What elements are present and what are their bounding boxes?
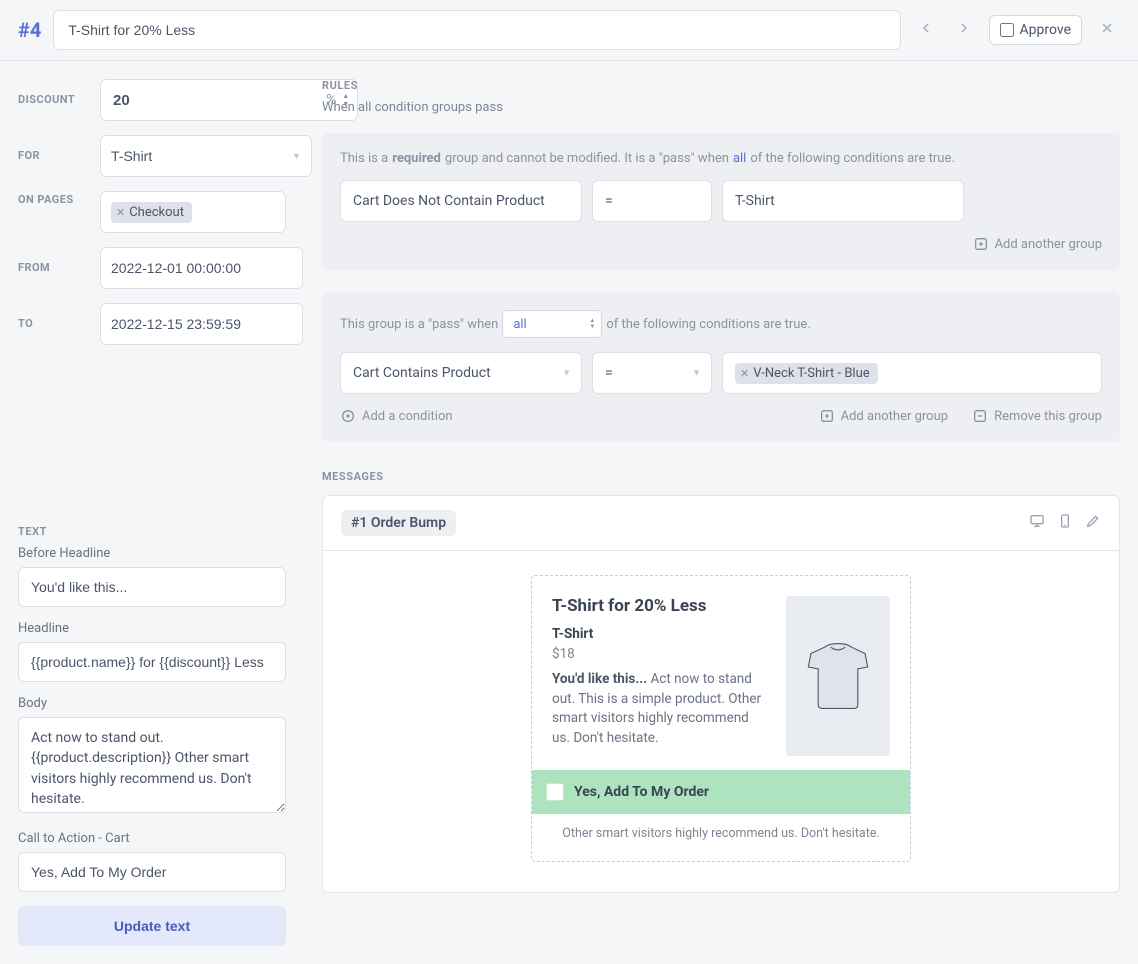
text-section: TEXT Before Headline Headline Body Call …: [18, 525, 286, 946]
onpages-input[interactable]: ✕ Checkout: [100, 191, 286, 233]
preview-title: T-Shirt for 20% Less: [552, 596, 770, 616]
update-text-button[interactable]: Update text: [18, 906, 286, 946]
preview-product: T-Shirt: [552, 626, 770, 642]
title-input[interactable]: [53, 10, 900, 50]
cta-checkbox[interactable]: [546, 783, 564, 801]
rule-group-required: This is a required group and cannot be m…: [322, 133, 1120, 270]
next-arrow-icon[interactable]: [951, 15, 977, 45]
rules-subtitle: When all condition groups pass: [322, 100, 1120, 115]
rule-group-editable: This group is a "pass" when all ▲▼ of th…: [322, 292, 1120, 442]
preview-wrapper: T-Shirt for 20% Less T-Shirt $18 You'd l…: [323, 551, 1119, 892]
condition-value: T-Shirt: [722, 180, 964, 222]
chip-remove-icon[interactable]: ✕: [740, 367, 749, 380]
before-headline-label: Before Headline: [18, 546, 286, 561]
from-input[interactable]: [111, 260, 292, 276]
chip-label: V-Neck T-Shirt - Blue: [753, 366, 869, 381]
approve-label: Approve: [1020, 22, 1071, 38]
add-another-group-link[interactable]: Add another group: [819, 408, 948, 424]
remove-group-link[interactable]: Remove this group: [972, 408, 1102, 424]
preview-price: $18: [552, 646, 770, 662]
mobile-icon[interactable]: [1057, 513, 1073, 533]
onpages-label: ON PAGES: [18, 191, 90, 209]
rule-group-desc: This group is a "pass" when all ▲▼ of th…: [340, 310, 1102, 338]
add-condition-link[interactable]: Add a condition: [340, 408, 453, 424]
desktop-icon[interactable]: [1029, 513, 1045, 533]
top-bar: #4 Approve: [0, 0, 1138, 61]
tshirt-icon: [793, 631, 883, 721]
cta-label: Call to Action - Cart: [18, 831, 286, 846]
condition-row: Cart Contains Product ▼ = ▼ ✕ V-Neck T-S…: [340, 352, 1102, 394]
condition-field-select[interactable]: Cart Contains Product ▼: [340, 352, 582, 394]
to-input[interactable]: [111, 316, 292, 332]
body-input[interactable]: [18, 717, 286, 813]
body-label: Body: [18, 696, 286, 711]
group-match-select[interactable]: all ▲▼: [502, 310, 602, 338]
preview-image: [786, 596, 890, 756]
text-heading: TEXT: [18, 525, 286, 538]
for-label: FOR: [18, 147, 90, 165]
from-label: FROM: [18, 259, 90, 277]
rule-group-desc: This is a required group and cannot be m…: [340, 151, 1102, 166]
headline-input[interactable]: [18, 642, 286, 682]
from-input-wrap: [100, 247, 303, 289]
preview-footer: Other smart visitors highly recommend us…: [552, 826, 890, 841]
preview-body: You'd like this... Act now to stand out.…: [552, 670, 770, 748]
add-another-group-link[interactable]: Add another group: [973, 236, 1102, 252]
rules-heading: RULES: [322, 79, 1120, 92]
message-preview: T-Shirt for 20% Less T-Shirt $18 You'd l…: [531, 575, 911, 862]
chip-remove-icon[interactable]: ✕: [116, 206, 125, 219]
messages-header: #1 Order Bump: [323, 496, 1119, 551]
condition-operator-select[interactable]: = ▼: [592, 352, 712, 394]
preview-cta-bar[interactable]: Yes, Add To My Order: [532, 770, 910, 814]
headline-label: Headline: [18, 621, 286, 636]
approve-toggle[interactable]: Approve: [989, 15, 1082, 45]
chevron-down-icon: ▼: [692, 368, 701, 379]
rule-group-footer: Add a condition Add another group Remove…: [340, 408, 1102, 424]
discount-input[interactable]: [101, 80, 326, 120]
value-chip: ✕ V-Neck T-Shirt - Blue: [735, 363, 878, 384]
main-panel: RULES When all condition groups pass Thi…: [322, 79, 1120, 946]
close-icon[interactable]: [1094, 15, 1120, 46]
discount-input-wrap: % ▲▼: [100, 79, 358, 121]
main-content: DISCOUNT % ▲▼ FOR ▼ ON PAGES ✕ Checkout: [0, 61, 1138, 964]
condition-field: Cart Does Not Contain Product: [340, 180, 582, 222]
for-select-value: [111, 148, 292, 164]
cta-input[interactable]: [18, 852, 286, 892]
before-headline-input[interactable]: [18, 567, 286, 607]
to-input-wrap: [100, 303, 303, 345]
condition-value-input[interactable]: ✕ V-Neck T-Shirt - Blue: [722, 352, 1102, 394]
edit-icon[interactable]: [1085, 513, 1101, 533]
chevron-down-icon: ▼: [292, 151, 301, 162]
message-badge: #1 Order Bump: [341, 510, 456, 536]
preview-cta-text: Yes, Add To My Order: [574, 784, 709, 800]
onpages-chip: ✕ Checkout: [111, 202, 192, 223]
discount-label: DISCOUNT: [18, 91, 90, 109]
rule-group-footer: Add another group: [340, 236, 1102, 252]
condition-row: Cart Does Not Contain Product = T-Shirt: [340, 180, 1102, 222]
messages-heading: MESSAGES: [322, 470, 1120, 483]
chip-label: Checkout: [129, 205, 184, 220]
message-icons: [1029, 513, 1101, 533]
record-hash: #4: [18, 18, 41, 42]
sidebar: DISCOUNT % ▲▼ FOR ▼ ON PAGES ✕ Checkout: [18, 79, 286, 946]
to-label: TO: [18, 315, 90, 333]
condition-operator: =: [592, 180, 712, 222]
messages-card: #1 Order Bump T: [322, 495, 1120, 893]
approve-checkbox[interactable]: [1000, 23, 1014, 37]
for-select[interactable]: ▼: [100, 135, 312, 177]
prev-arrow-icon[interactable]: [913, 15, 939, 45]
chevron-down-icon: ▼: [562, 368, 571, 379]
